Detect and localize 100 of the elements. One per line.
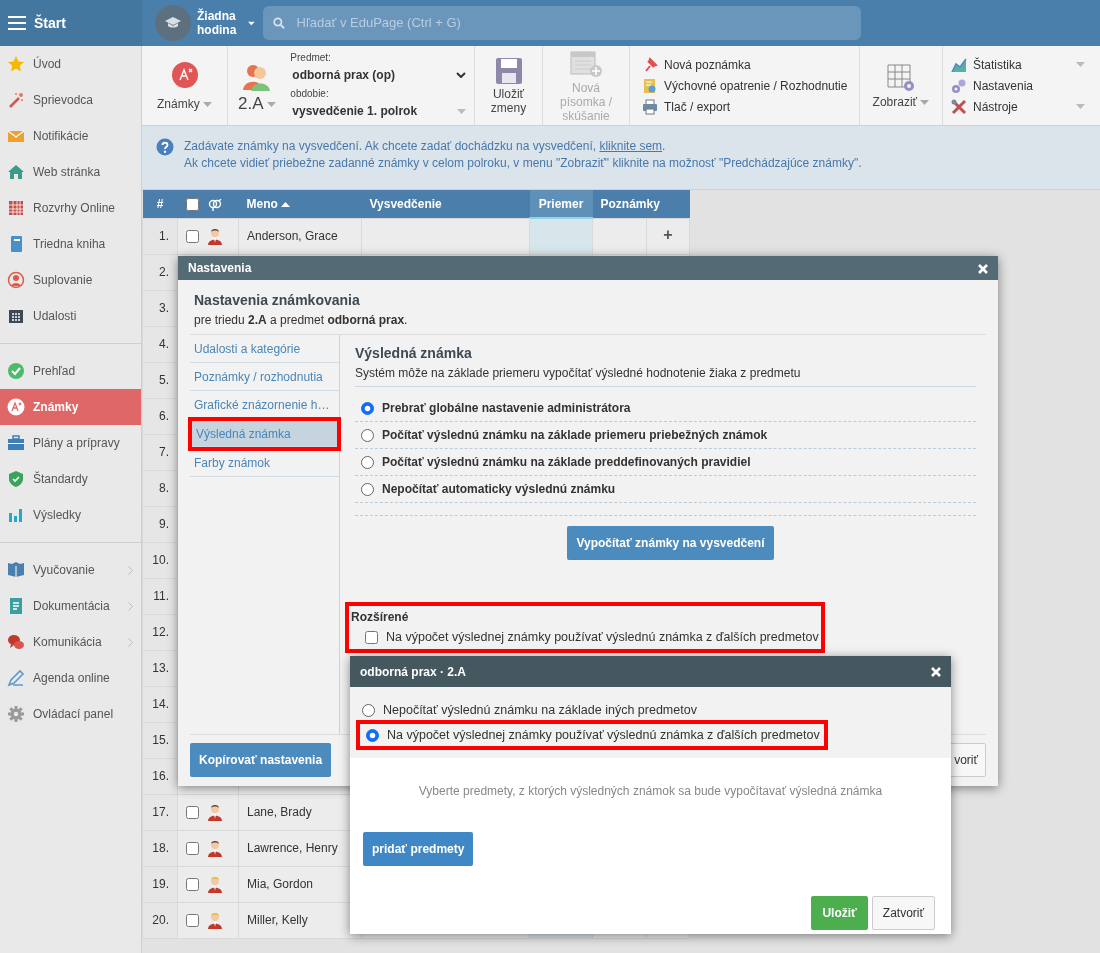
radio-button[interactable] [361,401,374,415]
caret-icon [457,108,466,114]
chart-icon [951,56,967,73]
star-icon [7,55,25,73]
row-checkbox[interactable] [186,841,199,855]
settings-nav-item[interactable]: Farby známok [190,449,339,477]
sidebar-item[interactable]: Udalosti [0,298,141,334]
option-label: Nepočítať výslednú známku na základe iných predmetov [383,701,697,719]
save-button[interactable]: Uložiť zmeny [483,54,534,117]
toolbar-action[interactable]: Tlač / export [640,96,733,117]
settings-nav-item[interactable]: Udalosti a kategórie [190,335,339,363]
row-checkbox[interactable] [186,913,199,927]
sidebar-item[interactable]: Známky [0,389,141,425]
toolbar-action[interactable]: Výchovné opatrenie / Rozhodnutie [640,75,850,96]
sidebar-item[interactable]: Štandardy [0,461,141,497]
class-selector[interactable]: 2.A [234,58,281,113]
sidebar-item[interactable]: Sprievodca [0,82,141,118]
graduation-cap-icon [165,17,181,29]
lesson-dropdown[interactable]: Žiadna hodina [191,9,261,37]
row-checkbox[interactable] [186,229,199,243]
dialog-heading: Nastavenia známkovania [193,291,361,310]
toolbar-action[interactable]: Nová poznámka [640,54,753,75]
info-text: Ak chcete vidieť priebežne zadanné známky v celom polroku, v menu "Zobraziť" kliknite na možnosť "Predchádzajúce známky". [184,155,862,172]
row-number: 11. [153,589,169,603]
row-checkbox[interactable] [186,877,199,891]
sidebar-item[interactable]: Ovládací panel [0,696,141,732]
search-field[interactable]: Hľadať v EduPage (Ctrl + G) [294,12,851,34]
row-number: 18. [152,841,169,855]
sidebar-item[interactable]: Vyučovanie [0,552,141,588]
row-checkbox[interactable] [186,805,199,819]
subject-dropdown[interactable]: odborná prax (op) [290,64,468,86]
sidebar-item[interactable]: Notifikácie [0,118,141,154]
sidebar-item[interactable]: Dokumentácia [0,588,141,624]
dialog-subtitle: pre triedu 2.A a predmet odborná prax. [190,311,986,335]
grid-gear-icon [886,62,916,93]
shield-icon [7,470,25,488]
row-number: 15. [152,733,169,747]
radio-button[interactable] [361,455,374,469]
gears-icon [951,77,967,94]
search-bar[interactable]: Hľadať v EduPage (Ctrl + G) [263,6,861,40]
radio-button[interactable] [361,428,374,442]
row-number: 17. [152,805,169,819]
add-subjects-button[interactable]: pridať predmety [363,832,474,866]
column-header[interactable]: Meno [246,196,278,211]
sidebar-item[interactable]: Triedna kniha [0,226,141,262]
sidebar-item[interactable]: Agenda online [0,660,141,696]
copy-settings-button[interactable]: Kopírovať nastavenia [190,743,332,777]
toolbar-menu-item[interactable]: Štatistika [949,54,1087,75]
info-text: Zadávate známky na vysvedčení. Ak chcete zadať dochádzku na vysvedčení, kliknite sem. [184,138,667,155]
toolbar-menu-item[interactable]: Nástroje [949,96,1087,117]
row-number: 1. [159,229,169,243]
row-number: 6. [159,409,169,423]
row-number: 10. [152,553,169,567]
sidebar-item[interactable]: Komunikácia [0,624,141,660]
sidebar-item[interactable]: Výsledky [0,497,141,533]
radio-button[interactable] [361,482,374,496]
bar-chart-icon [7,506,25,524]
close-icon [978,263,988,274]
dialog-title: Nastavenia [188,260,252,277]
student-name: Lane, Brady [247,805,312,819]
sidebar-item[interactable]: Úvod [0,46,141,82]
student-name: Mia, Gordon [247,877,314,891]
certificate-icon [642,77,658,94]
period-dropdown[interactable]: vysvedčenie 1. polrok [290,100,468,122]
row-number: 16. [152,769,169,783]
row-number: 4. [159,337,169,351]
calculate-button[interactable]: Vypočítať známky na vysvedčení [567,526,774,560]
sidebar-item[interactable]: Suplovanie [0,262,141,298]
grades-button[interactable]: Známky [153,58,216,113]
radio-button[interactable] [362,703,375,717]
radio-button[interactable] [366,728,379,742]
chevron-down-icon [456,72,466,78]
student-name: Anderson, Grace [247,229,338,243]
gender-icon [207,198,222,211]
row-number: 8. [159,481,169,495]
speech-bubbles-icon [7,633,25,651]
toolbar-menu-item[interactable]: Nastavenia [949,75,1087,96]
sidebar-item[interactable]: Web stránka [0,154,141,190]
add-note-button[interactable]: + [663,227,673,243]
row-number: 20. [152,913,169,927]
checkbox[interactable] [365,630,378,644]
settings-nav-item[interactable]: Poznámky / rozhodnutia [190,363,339,391]
pen-icon [7,669,25,687]
student-name: Lawrence, Henry [247,841,338,855]
search-icon [273,17,285,29]
settings-nav-item[interactable]: Grafické znázornenie h… [190,391,339,419]
menu-icon [8,16,26,30]
row-number: 13. [152,661,169,675]
sidebar-item[interactable]: Rozvrhy Online [0,190,141,226]
option-label: Počítať výslednú známku na základe preddefinovaných pravidiel [382,454,751,471]
column-header[interactable]: # [156,196,164,211]
open-book-icon [7,561,25,579]
row-number: 14. [152,697,169,711]
sidebar-item[interactable]: Plány a prípravy [0,425,141,461]
sidebar-item[interactable]: Prehľad [0,353,141,389]
view-button[interactable]: Zobraziť [868,60,934,111]
start-menu-button[interactable]: Štart [0,0,142,46]
row-number: 9. [159,517,169,531]
close-button[interactable]: Zatvoriť [871,896,935,930]
select-all-checkbox[interactable] [185,198,199,212]
